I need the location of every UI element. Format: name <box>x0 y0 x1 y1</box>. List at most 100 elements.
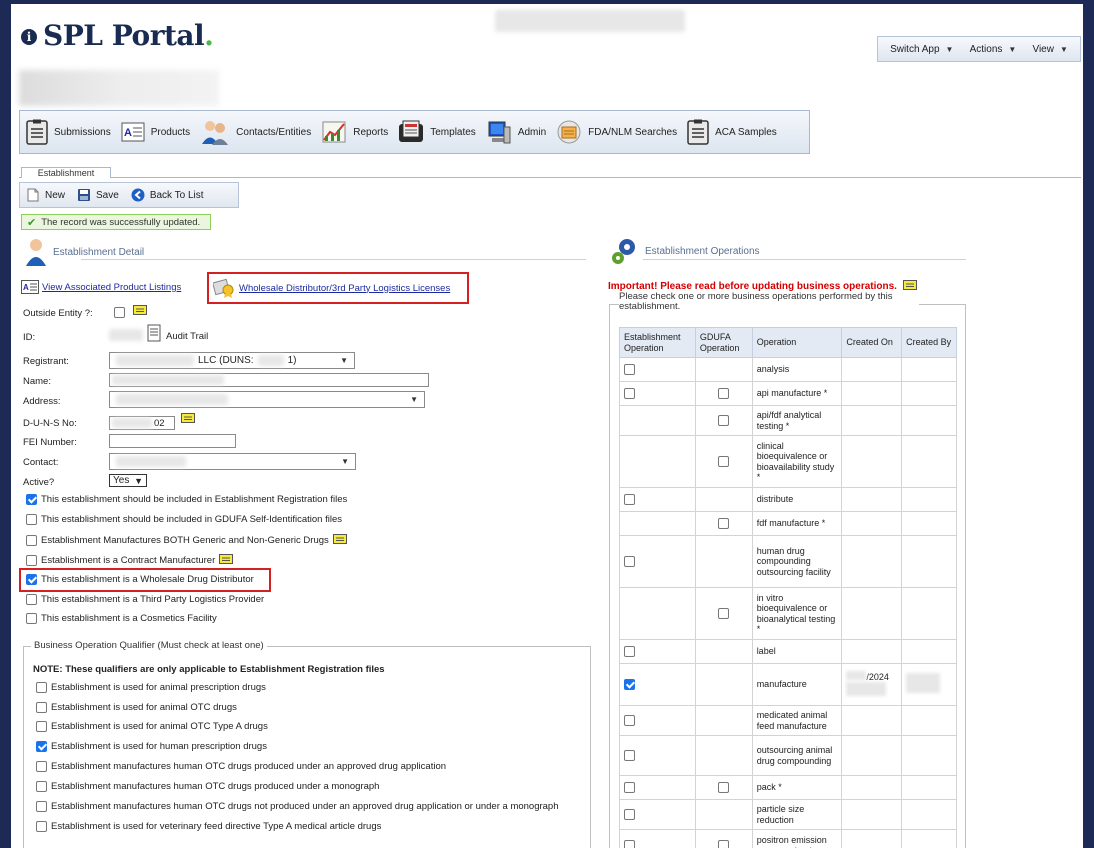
duns-field[interactable]: 02 <box>109 416 175 430</box>
gdufa-checkbox[interactable] <box>718 388 730 400</box>
est-checkbox[interactable] <box>624 646 635 658</box>
checkbox[interactable] <box>36 801 47 812</box>
col-created-by[interactable]: Created By <box>901 327 957 358</box>
note-icon[interactable] <box>902 280 917 292</box>
est-checkbox[interactable] <box>624 679 635 691</box>
est-checkbox[interactable] <box>624 782 635 794</box>
checkbox[interactable] <box>26 534 37 546</box>
checkbox[interactable] <box>36 721 47 732</box>
fei-number-field[interactable] <box>109 434 236 448</box>
note-icon[interactable] <box>332 534 347 546</box>
nav-admin[interactable]: Admin <box>486 119 546 145</box>
nav-fda-nlm-searches[interactable]: FDA/NLM Searches <box>556 119 677 145</box>
est-checkbox[interactable] <box>624 840 635 848</box>
qualifier-item[interactable]: Establishment manufactures human OTC dru… <box>36 761 446 772</box>
gdufa-cell <box>694 381 753 406</box>
checkbox[interactable] <box>36 761 47 772</box>
checkbox[interactable] <box>36 821 47 832</box>
nav-contacts[interactable]: Contacts/Entities <box>200 119 311 145</box>
gdufa-checkbox[interactable] <box>718 782 730 794</box>
qualifier-item[interactable]: Establishment manufactures human OTC dru… <box>36 781 379 792</box>
qualifier-item[interactable]: Establishment manufactures human OTC dru… <box>36 801 559 812</box>
est-checkbox[interactable] <box>624 494 635 506</box>
created-by <box>901 829 957 848</box>
nav-templates[interactable]: Templates <box>398 119 476 145</box>
view-associated-listings-link[interactable]: View Associated Product Listings <box>42 282 181 293</box>
gdufa-checkbox[interactable] <box>718 518 730 530</box>
check-third-party-logistics[interactable]: This establishment is a Third Party Logi… <box>26 594 264 605</box>
qualifier-item[interactable]: Establishment is used for animal OTC dru… <box>36 702 237 713</box>
audit-trail-icon[interactable] <box>147 324 161 342</box>
check-contract-manufacturer[interactable]: Establishment is a Contract Manufacturer <box>26 554 234 566</box>
spl-portal-logo[interactable]: i SPL Portal. <box>21 18 214 52</box>
checkbox[interactable] <box>26 494 37 505</box>
checkbox[interactable] <box>26 594 37 605</box>
checkbox[interactable] <box>26 574 37 585</box>
registrant-label: Registrant: <box>23 356 69 367</box>
outside-entity-checkbox[interactable] <box>114 307 125 318</box>
table-row: label <box>619 639 957 664</box>
col-created-on[interactable]: Created On <box>841 327 903 358</box>
contact-select[interactable]: ▼ <box>109 453 356 470</box>
brand-dot: . <box>204 18 214 52</box>
note-icon[interactable] <box>181 413 195 425</box>
est-cell <box>619 735 696 776</box>
operation-name: clinical bioequivalence or bioavailabili… <box>751 435 843 488</box>
checkbox[interactable] <box>26 514 37 525</box>
qualifier-item[interactable]: Establishment is used for veterinary fee… <box>36 821 381 832</box>
address-select[interactable]: ▼ <box>109 391 425 408</box>
switch-app-menu[interactable]: Switch App ▼ <box>890 44 953 55</box>
check-gdufa-files[interactable]: This establishment should be included in… <box>26 514 342 525</box>
est-checkbox[interactable] <box>624 556 635 568</box>
checkbox[interactable] <box>26 554 37 566</box>
est-checkbox[interactable] <box>624 364 635 376</box>
audit-trail-link[interactable]: Audit Trail <box>166 331 208 342</box>
est-checkbox[interactable] <box>624 715 635 727</box>
checkbox[interactable] <box>36 682 47 693</box>
col-establishment-operation[interactable]: Establishment Operation <box>619 327 696 358</box>
nav-reports[interactable]: Reports <box>321 120 388 144</box>
name-field[interactable] <box>109 373 429 387</box>
new-button[interactable]: New <box>26 188 65 202</box>
qualifier-item[interactable]: Establishment is used for human prescrip… <box>36 741 267 752</box>
est-checkbox[interactable] <box>624 809 635 821</box>
note-icon[interactable] <box>133 305 147 317</box>
est-cell <box>619 511 696 536</box>
checkbox[interactable] <box>36 781 47 792</box>
section-rule <box>643 259 966 260</box>
check-wholesale-distributor[interactable]: This establishment is a Wholesale Drug D… <box>26 574 254 585</box>
check-registration-files[interactable]: This establishment should be included in… <box>26 494 347 505</box>
qualifier-item[interactable]: Establishment is used for animal OTC Typ… <box>36 721 268 732</box>
caret-down-icon: ▼ <box>1008 44 1017 54</box>
qualifier-item[interactable]: Establishment is used for animal prescri… <box>36 682 266 693</box>
gdufa-checkbox[interactable] <box>718 456 730 468</box>
operation-name: analysis <box>751 357 843 382</box>
active-select[interactable]: Yes ▼ <box>109 474 147 487</box>
check-both-generic[interactable]: Establishment Manufactures BOTH Generic … <box>26 534 347 546</box>
tab-establishment[interactable]: Establishment <box>21 167 111 178</box>
nav-aca-samples[interactable]: ACA Samples <box>687 119 777 145</box>
checkbox[interactable] <box>26 613 37 624</box>
gdufa-checkbox[interactable] <box>718 840 730 848</box>
check-cosmetics-facility[interactable]: This establishment is a Cosmetics Facili… <box>26 613 217 624</box>
main-nav: Submissions A Products Contacts/Entities… <box>19 110 810 154</box>
col-gdufa-operation[interactable]: GDUFA Operation <box>694 327 753 358</box>
est-checkbox[interactable] <box>624 388 635 400</box>
back-to-list-button[interactable]: Back To List <box>131 188 204 202</box>
nav-products[interactable]: A Products <box>121 122 190 142</box>
gdufa-checkbox[interactable] <box>718 415 730 427</box>
table-row: fdf manufacture * <box>619 511 957 536</box>
nav-submissions[interactable]: Submissions <box>26 119 111 145</box>
gdufa-checkbox[interactable] <box>718 608 730 620</box>
checkbox[interactable] <box>36 741 47 752</box>
note-icon[interactable] <box>219 554 234 566</box>
col-operation[interactable]: Operation <box>751 327 843 358</box>
actions-menu[interactable]: Actions ▼ <box>970 44 1017 55</box>
save-button[interactable]: Save <box>77 188 119 202</box>
view-menu[interactable]: View ▼ <box>1032 44 1067 55</box>
checkbox[interactable] <box>36 702 47 713</box>
registrant-select[interactable]: LLC (DUNS: 1) ▼ <box>109 352 355 369</box>
wholesale-licenses-link[interactable]: Wholesale Distributor/3rd Party Logistic… <box>239 283 450 294</box>
created-on <box>841 381 903 406</box>
est-checkbox[interactable] <box>624 750 635 762</box>
